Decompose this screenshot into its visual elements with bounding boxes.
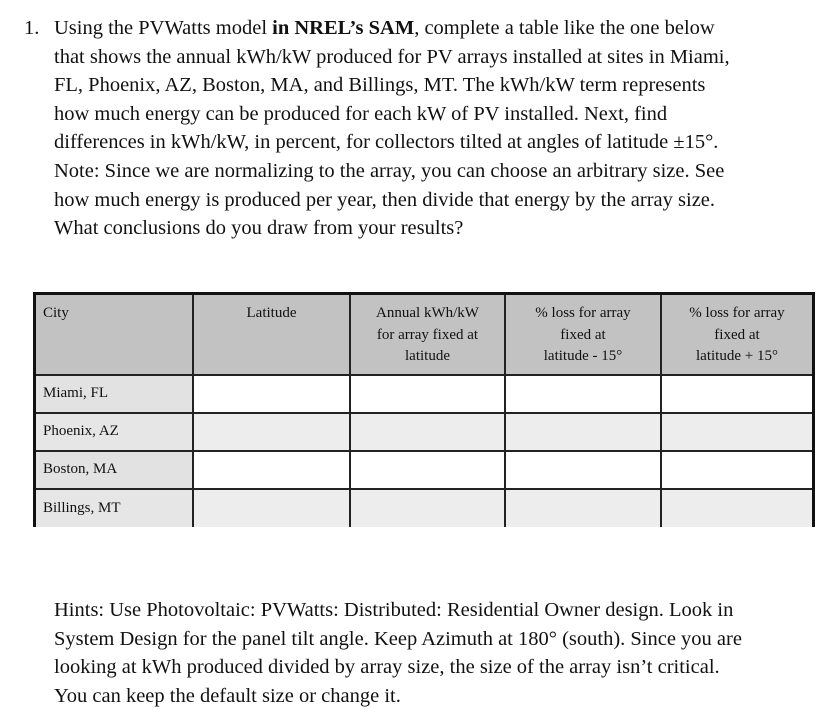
question-line: how much energy can be produced for each… [54, 102, 668, 125]
hints-line: looking at kWh produced divided by array… [54, 656, 720, 679]
latitude-cell [192, 374, 351, 414]
header-text: fixed at [714, 326, 760, 343]
question-line: differences in kWh/kW, in percent, for c… [54, 131, 719, 154]
city-cell: Billings, MT [36, 488, 194, 527]
loss-plus-cell [660, 412, 812, 452]
header-loss-minus-15: % loss for array fixed at latitude - 15° [504, 295, 662, 376]
annual-cell [349, 412, 506, 452]
loss-minus-cell [504, 450, 662, 490]
header-text: latitude [405, 348, 450, 364]
question-text: Using the PVWatts model in NREL’s SAM, c… [54, 14, 824, 243]
question-number: 1. [24, 17, 40, 39]
table-row: Phoenix, AZ [36, 412, 812, 452]
text-run: Using the PVWatts model [54, 17, 273, 39]
table-row: Billings, MT [36, 488, 812, 527]
header-text: Annual kWh/kW [376, 305, 479, 321]
table-header-row: City Latitude Annual kWh/kW for array fi… [36, 295, 812, 376]
header-text: % loss for array [689, 305, 785, 321]
annual-cell [349, 374, 506, 414]
latitude-cell [192, 412, 351, 452]
header-text: for array fixed at [376, 326, 479, 343]
loss-minus-cell [504, 412, 662, 452]
question-line: FL, Phoenix, AZ, Boston, MA, and Billing… [54, 74, 706, 97]
question-line: Note: Since we are normalizing to the ar… [54, 159, 725, 182]
city-cell: Boston, MA [36, 450, 194, 490]
header-city: City [36, 295, 194, 376]
city-cell: Phoenix, AZ [36, 412, 194, 452]
table-row: Boston, MA [36, 450, 812, 490]
hints-paragraph: Hints: Use Photovoltaic: PVWatts: Distri… [54, 596, 824, 710]
question-line: that shows the annual kWh/kW produced fo… [54, 45, 730, 68]
latitude-cell [192, 450, 351, 490]
header-text: Latitude [246, 305, 297, 321]
question-1: 1. Using the PVWatts model in NREL’s SAM… [24, 14, 824, 243]
header-text: % loss for array [535, 305, 631, 321]
header-text: latitude - 15° [543, 348, 623, 364]
header-loss-plus-15: % loss for array fixed at latitude + 15° [660, 295, 812, 376]
city-cell: Miami, FL [36, 374, 194, 414]
question-line: how much energy is produced per year, th… [54, 188, 716, 211]
header-text: latitude + 15° [696, 348, 778, 364]
hints-line: You can keep the default size or change … [54, 684, 401, 707]
loss-plus-cell [660, 374, 812, 414]
header-latitude: Latitude [192, 295, 351, 376]
loss-minus-cell [504, 488, 662, 527]
annual-cell [349, 488, 506, 527]
results-table: City Latitude Annual kWh/kW for array fi… [33, 292, 815, 527]
loss-plus-cell [660, 488, 812, 527]
question-line: Using the PVWatts model in NREL’s SAM, c… [54, 14, 824, 43]
bold-text: in NREL’s SAM [272, 17, 415, 39]
text-run: , complete a table like the one below [414, 17, 715, 39]
header-annual-kwh-kw: Annual kWh/kW for array fixed at latitud… [349, 295, 506, 376]
question-line: What conclusions do you draw from your r… [54, 217, 464, 240]
header-text: City [43, 305, 69, 321]
annual-cell [349, 450, 506, 490]
header-text: fixed at [560, 326, 606, 343]
loss-plus-cell [660, 450, 812, 490]
table-row: Miami, FL [36, 374, 812, 414]
loss-minus-cell [504, 374, 662, 414]
hints-line: Hints: Use Photovoltaic: PVWatts: Distri… [54, 599, 734, 621]
latitude-cell [192, 488, 351, 527]
hints-line: System Design for the panel tilt angle. … [54, 627, 742, 650]
